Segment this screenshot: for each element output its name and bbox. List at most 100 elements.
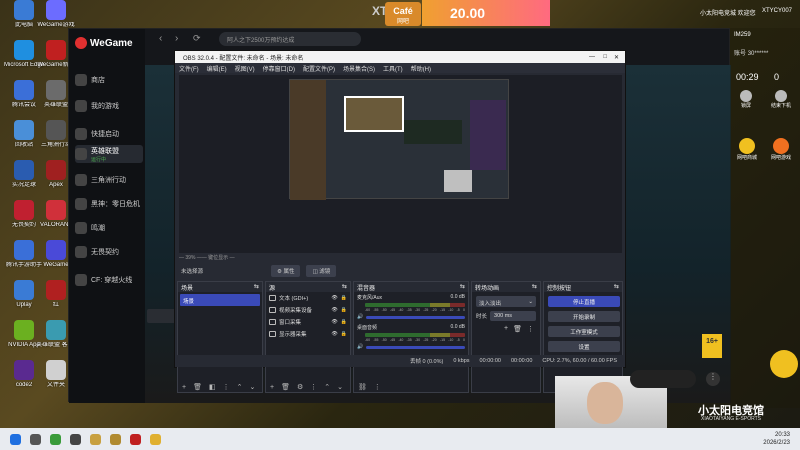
visibility-icon[interactable]: 👁: [331, 331, 337, 337]
obs-menu-item[interactable]: 帮助(H): [411, 64, 431, 73]
remove-icon[interactable]: 🗑: [281, 383, 290, 391]
shop-button[interactable]: 网吧商城: [732, 138, 762, 161]
add-icon[interactable]: +: [182, 384, 186, 391]
preview-zoom-bar[interactable]: — 39% —— 键位显示 —: [179, 254, 622, 262]
speaker-icon[interactable]: 🔊: [357, 344, 363, 350]
wegame-nav-item[interactable]: CF: 穿越火线: [75, 271, 143, 289]
obs-menu-item[interactable]: 文件(F): [179, 64, 199, 73]
taskbar: 20:33 2026/2/23: [0, 428, 800, 450]
obs-menu-item[interactable]: 配置文件(P): [303, 64, 335, 73]
properties-button[interactable]: ⚙ 属性: [271, 265, 301, 277]
add-icon[interactable]: +: [504, 325, 508, 333]
chrome-icon[interactable]: [50, 433, 61, 445]
obs-menu-item[interactable]: 编辑(E): [207, 64, 227, 73]
lock-icon[interactable]: 🔒: [341, 295, 347, 301]
wegame-nav-label: 黑神：零日危机: [91, 201, 140, 208]
settings-icon[interactable]: ⚙: [297, 383, 303, 391]
close-icon[interactable]: ✕: [614, 54, 619, 61]
wegame-nav-item[interactable]: 商店: [75, 71, 143, 89]
transition-select[interactable]: 淡入淡出 ⌄: [476, 296, 536, 307]
scene-item[interactable]: 场景: [180, 294, 260, 306]
settings-button[interactable]: 设置: [548, 341, 620, 352]
lock-icon[interactable]: 🔒: [341, 307, 347, 313]
speaker-icon[interactable]: 🔊: [357, 314, 363, 320]
obs-menu-item[interactable]: 工具(T): [383, 64, 403, 73]
link-icon[interactable]: ⛓: [358, 383, 367, 391]
visibility-icon[interactable]: 👁: [331, 319, 337, 325]
settings-icon[interactable]: ⋮: [223, 383, 230, 391]
add-icon[interactable]: +: [270, 384, 274, 391]
wegame-nav-item[interactable]: 英雄联盟 运行中: [75, 145, 143, 163]
more-options-icon[interactable]: ⋮: [706, 372, 720, 386]
app-icon: [14, 80, 34, 100]
volume-slider[interactable]: [366, 315, 465, 319]
dock-menu-icon[interactable]: ⇆: [460, 283, 465, 291]
game-icon[interactable]: [90, 433, 101, 445]
filter-icon[interactable]: ◧: [209, 383, 216, 391]
dock-menu-icon[interactable]: ⇆: [532, 283, 537, 291]
more-icon[interactable]: ⋮: [374, 383, 381, 391]
start-recording-button[interactable]: 开始录制: [548, 311, 620, 322]
wegame-nav-item[interactable]: 我的游戏: [75, 97, 143, 115]
filters-button[interactable]: ◫ 滤镜: [306, 265, 337, 277]
source-item[interactable]: 文本 (GDI+) 👁 🔒: [266, 292, 350, 304]
remove-icon[interactable]: 🗑: [193, 383, 202, 391]
more-icon[interactable]: ⋮: [310, 383, 317, 391]
remove-icon[interactable]: 🗑: [513, 325, 522, 333]
dock-menu-icon[interactable]: ⇆: [614, 283, 619, 291]
cafe-label: Café: [393, 6, 413, 16]
desktop-icon[interactable]: WeGame游戏: [36, 0, 76, 29]
visibility-icon[interactable]: 👁: [331, 307, 337, 313]
refresh-icon[interactable]: ⟳: [193, 33, 201, 44]
volume-slider[interactable]: [366, 345, 465, 349]
duration-input[interactable]: 300 ms: [490, 311, 536, 321]
folder-icon[interactable]: [150, 433, 161, 445]
visibility-icon[interactable]: 👁: [331, 295, 337, 301]
lock-icon[interactable]: 🔒: [341, 331, 347, 337]
lol-icon[interactable]: [110, 433, 121, 445]
obs-menu-item[interactable]: 视图(V): [235, 64, 255, 73]
obs-icon[interactable]: [70, 433, 81, 445]
obs-preview[interactable]: [179, 75, 622, 253]
logout-button[interactable]: 结束下机: [766, 90, 796, 109]
forward-icon[interactable]: ›: [175, 33, 187, 45]
preview-webcam: [444, 170, 472, 192]
source-item[interactable]: 视频采集设备 👁 🔒: [266, 304, 350, 316]
obs-menu-item[interactable]: 停靠窗口(D): [263, 64, 295, 73]
stop-stream-button[interactable]: 停止直播: [548, 296, 620, 307]
chat-input[interactable]: [630, 370, 696, 388]
back-icon[interactable]: ‹: [159, 33, 171, 45]
wegame-icon[interactable]: [130, 433, 141, 445]
maximize-icon[interactable]: □: [603, 54, 607, 60]
wegame-nav-item[interactable]: 无畏契约: [75, 243, 143, 261]
obs-menu-item[interactable]: 场景集合(S): [343, 64, 375, 73]
move-down-icon[interactable]: ⌄: [337, 383, 343, 391]
source-item[interactable]: 显示器采集 👁 🔒: [266, 328, 350, 340]
lock-button[interactable]: 锁屏: [734, 90, 758, 109]
win-icon[interactable]: [10, 433, 21, 445]
wegame-nav-item[interactable]: 鸣潮: [75, 219, 143, 237]
obs-status-bar: 丢帧 0 (0.0%) 0 kbps 00:00:00 00:00:00 CPU…: [175, 355, 625, 367]
more-icon[interactable]: ⋮: [527, 325, 534, 333]
record-time: 00:00:00: [510, 358, 533, 364]
promo-banner[interactable]: 20.00: [422, 0, 550, 26]
search-input[interactable]: 阿人之下2500万预约达成: [219, 32, 361, 46]
minimize-icon[interactable]: —: [589, 54, 595, 60]
studio-mode-button[interactable]: 工作室模式: [548, 326, 620, 337]
wegame-nav-item[interactable]: 三角洲行动: [75, 171, 143, 189]
clock[interactable]: 20:33 2026/2/23: [763, 431, 790, 447]
scale-tick: -35: [406, 338, 412, 342]
search-icon[interactable]: [30, 433, 41, 445]
move-down-icon[interactable]: ⌄: [249, 383, 255, 391]
source-item[interactable]: 窗口采集 👁 🔒: [266, 316, 350, 328]
move-up-icon[interactable]: ⌃: [237, 383, 243, 391]
cafe-ad[interactable]: Café 网吧: [385, 2, 421, 26]
wegame-nav-item[interactable]: 黑神：零日危机: [75, 195, 143, 213]
lock-icon[interactable]: 🔒: [341, 319, 347, 325]
wegame-nav-item[interactable]: 快捷启动: [75, 125, 143, 143]
dock-menu-icon[interactable]: ⇆: [342, 283, 347, 291]
move-up-icon[interactable]: ⌃: [324, 383, 330, 391]
dock-menu-icon[interactable]: ⇆: [254, 283, 259, 291]
chat-box[interactable]: [147, 309, 177, 323]
web-games-button[interactable]: 网吧游戏: [766, 138, 796, 161]
